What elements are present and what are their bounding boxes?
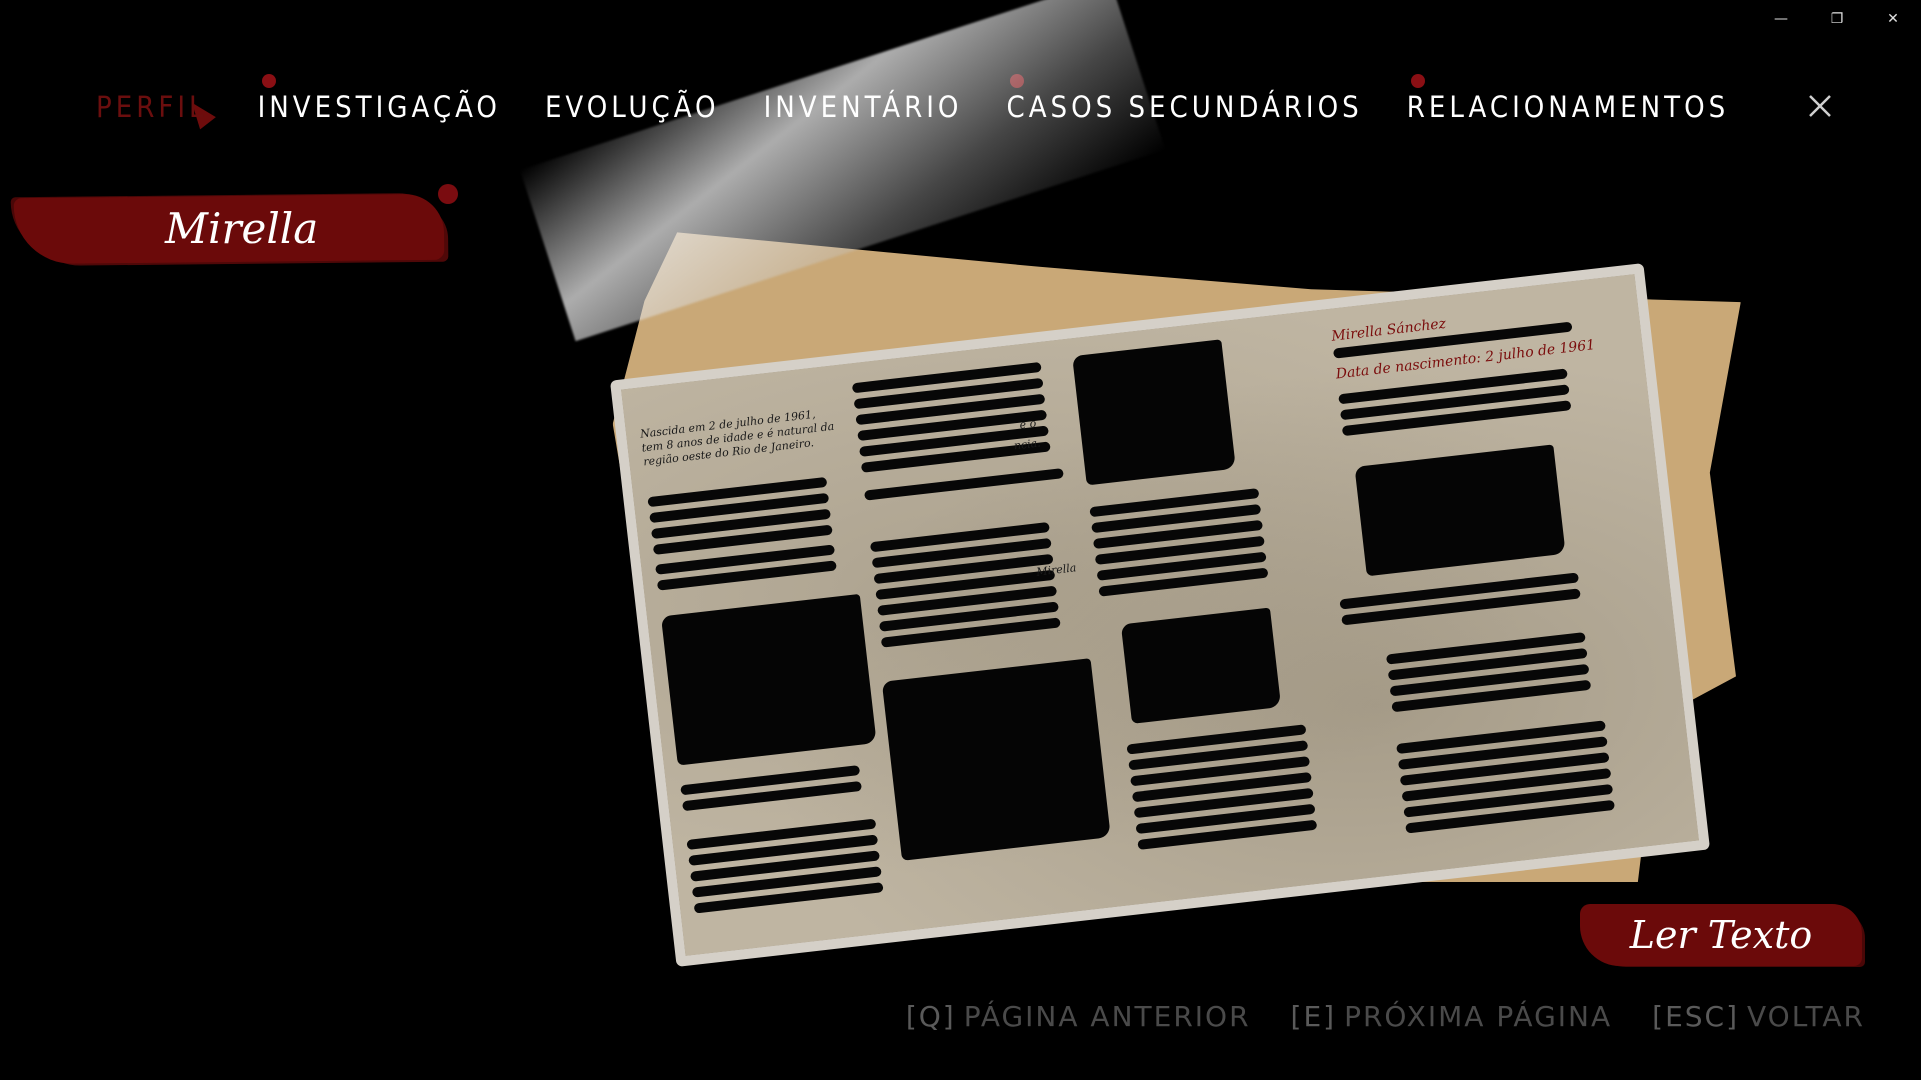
- tab-perfil[interactable]: PERFIL: [96, 82, 208, 132]
- next-page-label: PRÓXIMA PÁGINA: [1344, 1000, 1613, 1033]
- redacted-image: [1120, 607, 1282, 724]
- game-menu-screen: — ❐ ✕ PERFIL INVESTIGAÇÃO EVOLUÇÃO INVEN…: [0, 0, 1921, 1080]
- tab-label: CASOS SECUNDÁRIOS: [1006, 90, 1363, 124]
- prev-page-label: PÁGINA ANTERIOR: [963, 1000, 1251, 1033]
- next-page-hint[interactable]: [E] PRÓXIMA PÁGINA: [1291, 1000, 1613, 1033]
- redacted-document[interactable]: Nascida em 2 de julho de 1961, tem 8 ano…: [609, 263, 1711, 967]
- minimize-icon[interactable]: —: [1753, 0, 1809, 38]
- redacted-lines: [1089, 488, 1269, 597]
- text-fragment: ncia.: [1013, 436, 1042, 453]
- redacted-lines: [869, 521, 1061, 648]
- key-e: [E]: [1290, 1000, 1337, 1033]
- tab-relacionamentos[interactable]: RELACIONAMENTOS: [1406, 74, 1730, 132]
- tab-investigacao[interactable]: INVESTIGAÇÃO: [249, 74, 515, 132]
- redacted-image: [660, 593, 877, 766]
- notification-dot: [261, 74, 276, 88]
- tab-label: PERFIL: [96, 90, 208, 124]
- tab-label: RELACIONAMENTOS: [1406, 90, 1730, 124]
- restore-icon[interactable]: ❐: [1809, 0, 1865, 38]
- document-viewer: Nascida em 2 de julho de 1961, tem 8 ano…: [520, 0, 1780, 970]
- notification-dot: [1410, 74, 1425, 88]
- tab-label: INVESTIGAÇÃO: [257, 90, 501, 124]
- character-name: Mirella: [165, 204, 319, 253]
- key-q: [Q]: [905, 1000, 956, 1033]
- redacted-lines: [1126, 724, 1318, 850]
- key-esc: [ESC]: [1652, 1000, 1740, 1033]
- keyboard-hints: [Q] PÁGINA ANTERIOR [E] PRÓXIMA PÁGINA [ES…: [906, 1000, 1865, 1033]
- close-icon[interactable]: ✕: [1865, 0, 1921, 38]
- read-text-button[interactable]: Ler Texto: [1580, 904, 1862, 966]
- redacted-image: [1354, 444, 1566, 577]
- text-fragment: e o: [1018, 416, 1037, 432]
- tab-label: EVOLUÇÃO: [544, 90, 720, 124]
- back-hint[interactable]: [ESC] VOLTAR: [1652, 1000, 1865, 1033]
- tab-label: INVENTÁRIO: [763, 90, 963, 124]
- window-controls: — ❐ ✕: [1753, 0, 1921, 38]
- close-menu-icon[interactable]: [1806, 92, 1834, 120]
- prev-page-hint[interactable]: [Q] PÁGINA ANTERIOR: [906, 1000, 1251, 1033]
- redacted-image: [881, 658, 1111, 861]
- notification-dot: [438, 184, 458, 204]
- back-label: VOLTAR: [1747, 1000, 1865, 1033]
- read-text-label: Ler Texto: [1629, 913, 1813, 957]
- redacted-image: [1072, 339, 1236, 486]
